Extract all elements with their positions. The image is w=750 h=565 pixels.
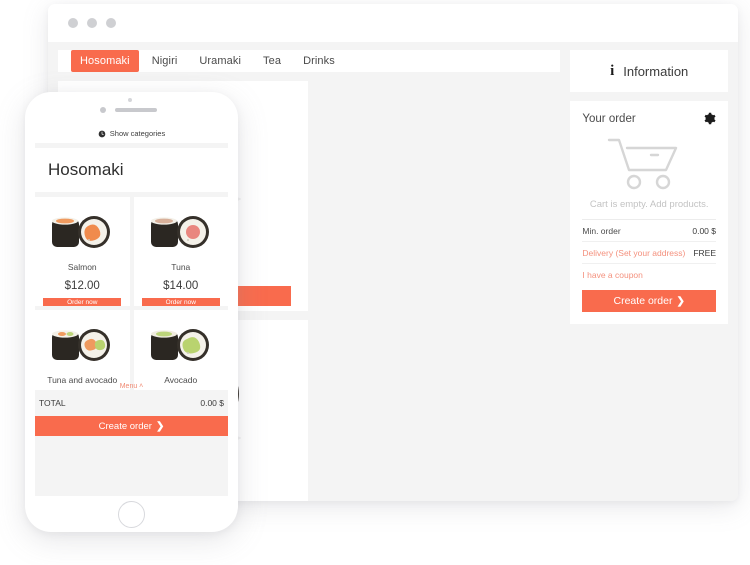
phone-total-row: TOTAL 0.00 $ — [35, 395, 228, 411]
product-name: Salmon — [67, 262, 97, 272]
category-tabs: Hosomaki Nigiri Uramaki Tea Drinks — [58, 50, 561, 72]
phone-create-order-button[interactable]: Create order ❯ — [35, 416, 228, 436]
product-price: $12.00 — [64, 280, 100, 293]
delivery-value: FREE — [693, 248, 716, 258]
create-order-label: Create order — [613, 295, 673, 307]
sushi-tuna-image — [145, 205, 217, 255]
window-close-dot[interactable] — [68, 18, 78, 28]
sushi-avocado-image — [145, 318, 217, 368]
information-label: Information — [623, 63, 689, 79]
phone-speaker-icon — [115, 108, 157, 112]
list-item[interactable]: Avocado — [133, 310, 228, 390]
screenshot-stage: Hosomaki Nigiri Uramaki Tea Drinks i Inf… — [0, 0, 750, 565]
gear-icon[interactable] — [703, 112, 716, 125]
order-panel-header: Your order — [582, 112, 716, 125]
phone-top-bezel — [25, 92, 238, 124]
right-sidebar: i Information Your order Cart is empty. … — [570, 50, 728, 501]
chevron-right-icon: ❯ — [155, 420, 165, 432]
show-categories-button[interactable]: Show categories — [35, 124, 228, 143]
min-order-row: Min. order 0.00 $ — [582, 220, 716, 242]
phone-mockup: Show categories Hosomaki Salmon $12.00 O… — [25, 92, 238, 532]
list-item[interactable]: Tuna $14.00 Order now — [133, 197, 228, 306]
information-panel[interactable]: i Information — [570, 50, 728, 92]
phone-bottom-bezel — [25, 496, 238, 532]
tab-uramaki[interactable]: Uramaki — [190, 50, 250, 72]
create-order-button[interactable]: Create order ❯ — [582, 290, 716, 312]
product-name: Tuna — [171, 262, 191, 272]
shopping-cart-icon — [607, 138, 678, 190]
phone-product-grid: Salmon $12.00 Order now Tuna $14.00 Orde… — [35, 197, 228, 390]
chevron-right-icon: ❯ — [676, 295, 685, 307]
tab-drinks[interactable]: Drinks — [294, 50, 344, 72]
tab-nigiri[interactable]: Nigiri — [143, 50, 187, 72]
tab-hosomaki[interactable]: Hosomaki — [71, 50, 139, 72]
total-label: TOTAL — [39, 398, 66, 408]
window-maximize-dot[interactable] — [106, 18, 116, 28]
phone-screen: Show categories Hosomaki Salmon $12.00 O… — [35, 124, 228, 496]
cart-illustration — [582, 134, 716, 192]
browser-titlebar — [48, 4, 738, 42]
total-value: 0.00 $ — [200, 398, 224, 408]
create-order-label: Create order — [98, 420, 152, 432]
info-icon: i — [610, 62, 615, 79]
phone-camera-icon — [100, 107, 106, 113]
sushi-tuna-avocado-image — [46, 318, 118, 368]
delivery-label[interactable]: Delivery (Set your address) — [582, 248, 685, 258]
delivery-row[interactable]: Delivery (Set your address) FREE — [582, 242, 716, 264]
clock-icon — [98, 130, 106, 138]
sushi-salmon-image — [46, 205, 118, 255]
coupon-link[interactable]: I have a coupon — [582, 264, 716, 284]
show-categories-label: Show categories — [109, 129, 166, 138]
phone-home-button[interactable] — [118, 500, 145, 528]
product-price: $14.00 — [163, 280, 199, 293]
phone-category-title: Hosomaki — [48, 160, 124, 179]
order-title: Your order — [582, 112, 636, 125]
menu-toggle-link[interactable]: Menu ˄ — [35, 383, 228, 390]
list-item[interactable]: Salmon $12.00 Order now — [35, 197, 130, 306]
tab-tea[interactable]: Tea — [254, 50, 290, 72]
order-panel: Your order Cart is empty. Add products. … — [570, 101, 728, 324]
min-order-value: 0.00 $ — [692, 226, 716, 236]
window-minimize-dot[interactable] — [87, 18, 97, 28]
order-now-button[interactable]: Order now — [141, 298, 220, 306]
cart-empty-text: Cart is empty. Add products. — [589, 199, 709, 210]
order-now-button[interactable]: Order now — [43, 298, 122, 306]
list-item[interactable]: Tuna and avocado — [35, 310, 130, 390]
phone-sensor-icon — [128, 98, 132, 102]
phone-category-header: Hosomaki — [35, 148, 228, 192]
min-order-label: Min. order — [582, 226, 621, 236]
